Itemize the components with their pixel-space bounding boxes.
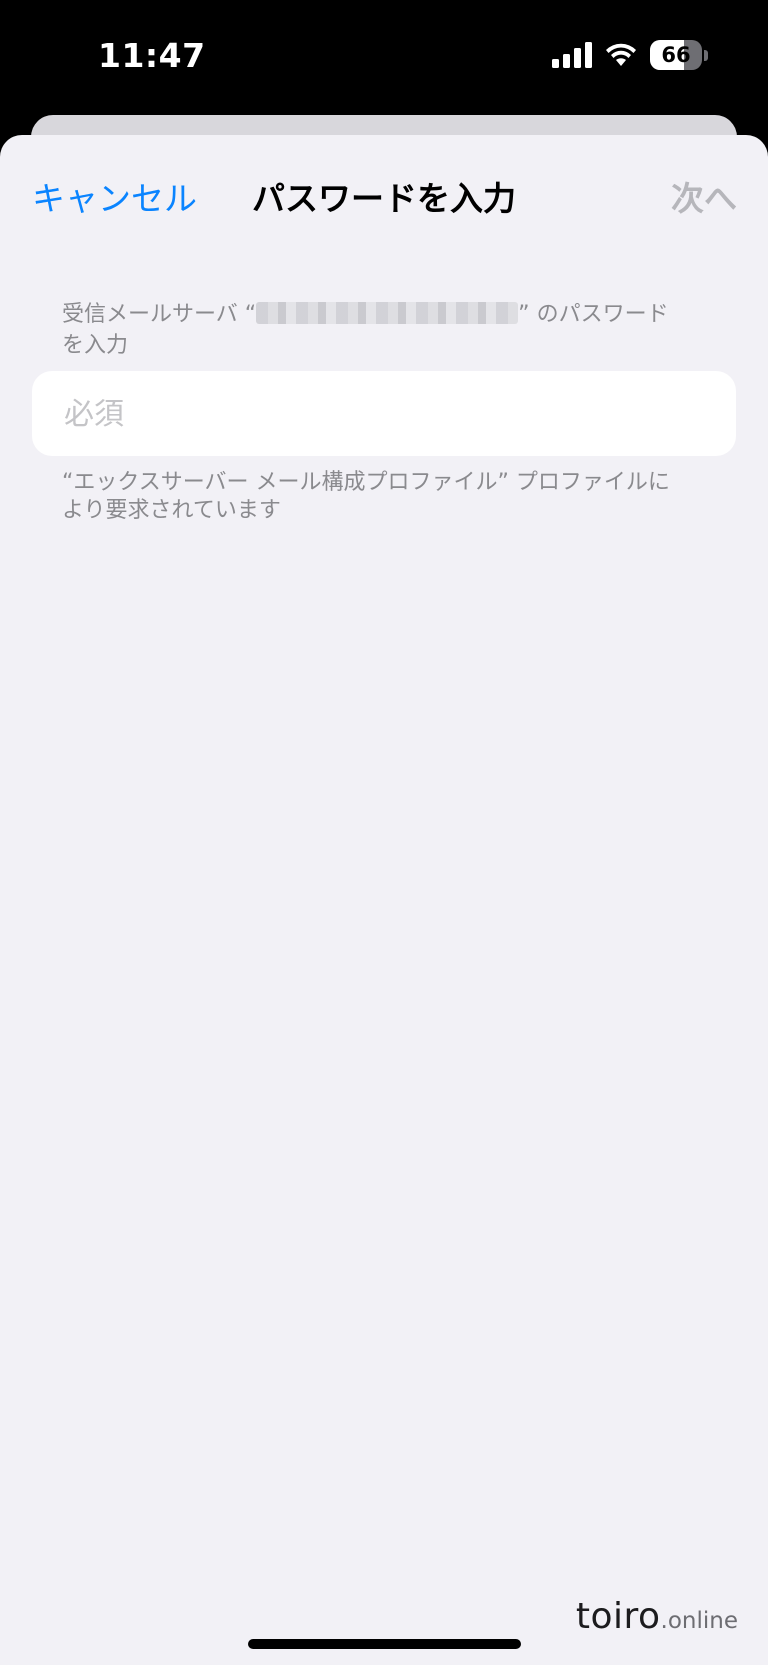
battery-level-text: 66 — [661, 43, 691, 67]
battery-icon: 66 — [650, 40, 702, 70]
password-input[interactable] — [62, 371, 712, 458]
header-prefix: 受信メールサーバ “ — [62, 302, 257, 327]
battery-nub — [704, 49, 708, 61]
status-icons: 66 — [552, 40, 708, 70]
phone-screen: 11:47 66 パスワードを入力 キャンセル 次へ 受信メールサーバ “” の… — [0, 0, 768, 1665]
password-field-card — [32, 371, 736, 458]
cancel-button[interactable]: キャンセル — [32, 172, 197, 220]
wifi-icon — [606, 43, 636, 66]
next-button[interactable]: 次へ — [671, 172, 737, 220]
watermark-sub: .online — [660, 1608, 738, 1634]
navigation-bar: パスワードを入力 キャンセル 次へ — [0, 168, 768, 218]
watermark-logo: toiro.online — [576, 1596, 738, 1637]
section-header-note: 受信メールサーバ “” のパスワードを入力 — [62, 299, 682, 361]
password-sheet: パスワードを入力 キャンセル 次へ 受信メールサーバ “” のパスワードを入力 … — [0, 135, 768, 1665]
watermark-main: toiro — [575, 1596, 661, 1637]
section-footer-note: “エックスサーバー メール構成プロファイル” プロファイルにより要求されています — [62, 470, 670, 523]
redacted-server-name — [256, 302, 519, 324]
home-indicator[interactable] — [248, 1639, 521, 1649]
cellular-signal-icon — [552, 42, 592, 68]
status-time: 11:47 — [98, 36, 206, 75]
